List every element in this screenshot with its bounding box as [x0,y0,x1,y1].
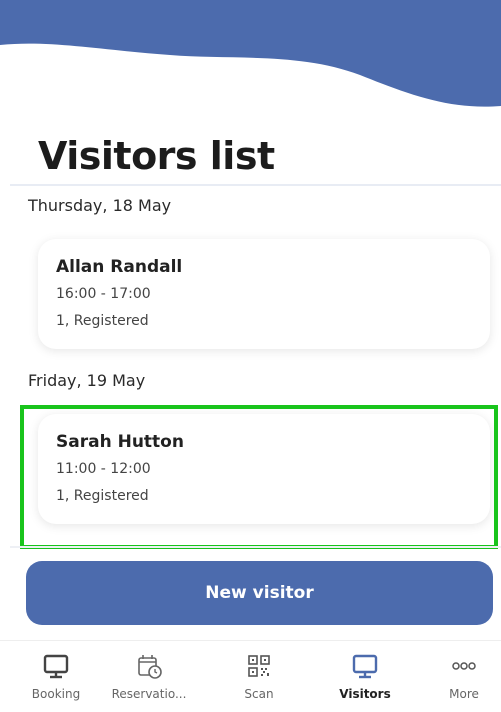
tab-scan[interactable]: Scan [214,651,304,701]
calendar-clock-icon [138,655,162,679]
tab-label: Visitors [339,687,391,701]
tab-reservations[interactable]: Reservatio... [104,651,194,701]
tab-label: More [449,687,479,701]
list-divider [10,546,501,548]
visit-time: 11:00 - 12:00 [56,461,151,477]
visitor-card[interactable]: Allan Randall 16:00 - 17:00 1, Registere… [38,239,490,349]
tab-visitors[interactable]: Visitors [320,651,410,701]
visit-time: 16:00 - 17:00 [56,286,151,302]
date-header: Thursday, 18 May [28,196,172,215]
visitor-card[interactable]: Sarah Hutton 11:00 - 12:00 1, Registered [38,414,490,524]
more-icon [452,662,476,670]
tab-label: Reservatio... [111,687,187,701]
visit-status: 1, Registered [56,488,149,504]
new-visitor-button[interactable]: New visitor [26,561,493,625]
monitor-icon [43,654,69,679]
tab-label: Booking [31,687,81,701]
monitor-icon [352,654,378,679]
tab-booking[interactable]: Booking [11,651,101,701]
visit-status: 1, Registered [56,313,149,329]
bottom-tab-bar: Booking Reservatio... Scan Visitors More [0,640,501,712]
page-title: Visitors list [38,134,275,178]
header-wave [0,0,501,107]
visitor-name: Sarah Hutton [56,432,184,452]
visitor-name: Allan Randall [56,257,183,277]
tab-label: Scan [244,687,274,701]
date-header: Friday, 19 May [28,371,146,390]
qr-code-icon [248,655,270,677]
title-divider [10,184,501,186]
tab-more[interactable]: More [419,651,501,701]
